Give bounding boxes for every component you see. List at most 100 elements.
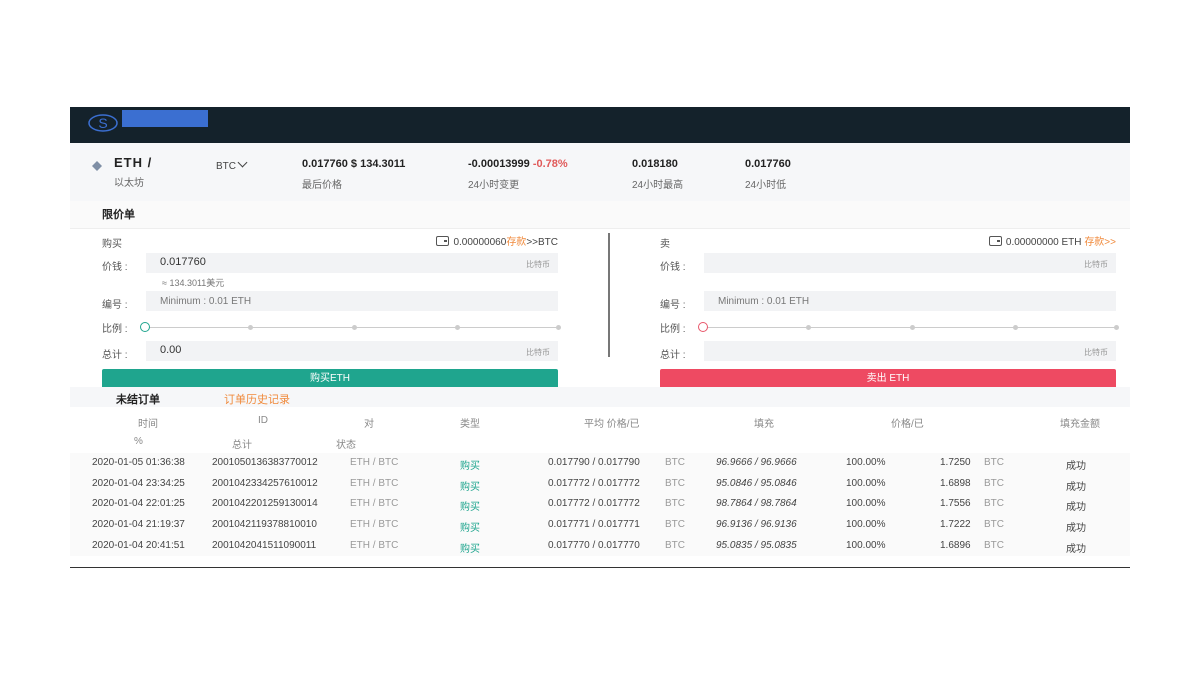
cell-pair: ETH / BTC — [350, 457, 399, 468]
cell-type: 购买 — [460, 481, 480, 493]
cell-id: 2001042334257610012 — [212, 477, 318, 489]
sell-ratio-slider[interactable]: 比例 : — [660, 319, 1119, 335]
cell-time: 2020-01-04 21:19:37 — [92, 519, 185, 531]
cell-status: 成功 — [1066, 543, 1086, 555]
cell-percent: 100.00% — [846, 477, 886, 489]
cell-percent: 100.00% — [846, 519, 886, 531]
high-label: 24小时最高 — [632, 180, 684, 191]
cell-time: 2020-01-04 20:41:51 — [92, 539, 185, 551]
cell-time: 2020-01-04 23:34:25 — [92, 477, 185, 489]
buy-price-label: 价钱 : — [102, 262, 128, 273]
col-time: 时间 — [138, 419, 158, 430]
sell-panel: 卖 0.00000000 ETH 存款>> 价钱 : 比特币 编号 : Mini… — [660, 233, 1119, 389]
cell-avg-price: 0.017772 / 0.017772 — [548, 498, 640, 510]
col-id: ID — [258, 415, 268, 426]
col-filled: 填充 — [754, 419, 774, 430]
svg-text:S: S — [98, 115, 107, 131]
chevron-down-icon — [237, 157, 248, 168]
table-row[interactable]: 2020-01-05 01:36:38 2001050136383770012 ET… — [70, 453, 1130, 474]
buy-ratio-slider[interactable]: 比例 : — [102, 319, 561, 335]
buy-eth-button[interactable]: 购买ETH — [102, 369, 558, 389]
cell-pair: ETH / BTC — [350, 519, 399, 531]
sell-eth-button[interactable]: 卖出 ETH — [660, 369, 1116, 389]
sell-title: 卖 — [660, 239, 670, 250]
cell-type: 购买 — [460, 543, 480, 555]
table-row[interactable]: 2020-01-04 21:19:37 2001042119378810010 ET… — [70, 515, 1130, 536]
buy-deposit-link[interactable]: 存款 — [506, 237, 526, 248]
sell-total-label: 总计 : — [660, 350, 686, 361]
cell-status: 成功 — [1066, 523, 1086, 535]
exchange-window: S ETH / 以太坊 BTC 0.017760 $ 134.3011 最后价格… — [70, 107, 1130, 568]
last-price-label: 最后价格 — [302, 180, 342, 191]
wallet-icon — [436, 236, 450, 246]
buy-ratio-handle[interactable] — [140, 322, 150, 332]
cell-percent: 100.00% — [846, 539, 886, 551]
col-percent: % — [134, 436, 143, 447]
last-price: 0.017760 $ 134.3011 — [302, 158, 406, 170]
cell-avg-price: 0.017771 / 0.017771 — [548, 519, 640, 531]
cell-total: 1.7250 — [940, 457, 971, 468]
cell-percent: 100.00% — [846, 498, 886, 510]
buy-amount-input[interactable]: Minimum : 0.01 ETH — [146, 291, 558, 311]
cell-time: 2020-01-04 22:01:25 — [92, 498, 185, 510]
buy-balance: 0.00000060存款>>BTC — [436, 233, 558, 248]
buy-title: 购买 — [102, 239, 122, 250]
cell-avg-price: 0.017772 / 0.017772 — [548, 477, 640, 489]
cell-pair: ETH / BTC — [350, 477, 399, 489]
buy-price-input[interactable]: 0.017760 比特币 — [146, 253, 558, 273]
top-nav-bar: S — [70, 107, 1130, 143]
cell-pair: ETH / BTC — [350, 539, 399, 551]
orders-table-body: 2020-01-05 01:36:38 2001050136383770012 ET… — [70, 453, 1130, 557]
cell-filled: 95.0846 / 95.0846 — [716, 477, 797, 489]
col-price: 价格/已 — [891, 419, 924, 430]
cell-filled: 95.0835 / 95.0835 — [716, 539, 797, 551]
sell-deposit-link[interactable]: 存款>> — [1084, 237, 1116, 248]
cell-status: 成功 — [1066, 461, 1086, 472]
high-price: 0.018180 — [632, 158, 678, 170]
cell-avg-price: 0.017790 / 0.017790 — [548, 457, 640, 468]
cell-total: 1.6898 — [940, 477, 971, 489]
cell-total-unit: BTC — [984, 498, 1004, 510]
cell-type: 购买 — [460, 461, 480, 472]
cell-avg-unit: BTC — [665, 498, 685, 510]
ethereum-icon — [92, 161, 102, 171]
orders-tabs: 未结订单 订单历史记录 — [70, 387, 1130, 407]
cell-avg-unit: BTC — [665, 477, 685, 489]
cell-time: 2020-01-05 01:36:38 — [92, 457, 185, 468]
cell-total-unit: BTC — [984, 539, 1004, 551]
col-type: 类型 — [460, 419, 480, 430]
col-avg-price: 平均 价格/已 — [584, 419, 640, 430]
cell-total-unit: BTC — [984, 477, 1004, 489]
cell-filled: 98.7864 / 98.7864 — [716, 498, 797, 510]
sell-price-input[interactable]: 比特币 — [704, 253, 1116, 273]
base-currency: ETH / — [114, 155, 153, 170]
table-row[interactable]: 2020-01-04 20:41:51 2001042041511090011 ET… — [70, 535, 1130, 557]
buy-total-input[interactable]: 0.00 比特币 — [146, 341, 558, 361]
cell-id: 2001042119378810010 — [212, 519, 317, 531]
table-row[interactable]: 2020-01-04 23:34:25 2001042334257610012 ET… — [70, 473, 1130, 495]
buy-price-approx: ≈ 134.3011美元 — [162, 278, 225, 288]
table-row[interactable]: 2020-01-04 22:01:25 2001042201259130014 ET… — [70, 494, 1130, 516]
change-abs: -0.00013999 — [468, 158, 530, 170]
sell-total-input[interactable]: 比特币 — [704, 341, 1116, 361]
change-pct: -0.78% — [532, 158, 568, 170]
cell-type: 购买 — [460, 502, 480, 514]
buy-total-label: 总计 : — [102, 350, 128, 361]
cell-filled: 96.9136 / 96.9136 — [716, 519, 797, 531]
sell-ratio-handle[interactable] — [698, 322, 708, 332]
buy-amount-label: 编号 : — [102, 300, 128, 311]
sell-balance: 0.00000000 ETH 存款>> — [988, 233, 1116, 248]
exchange-logo-icon[interactable]: S — [86, 111, 120, 135]
cell-type: 购买 — [460, 523, 480, 535]
sell-amount-input[interactable]: Minimum : 0.01 ETH — [704, 291, 1116, 311]
cell-filled: 96.9666 / 96.9666 — [716, 457, 797, 468]
cell-status: 成功 — [1066, 502, 1086, 514]
quote-currency-dropdown[interactable]: BTC — [216, 157, 248, 172]
cell-avg-price: 0.017770 / 0.017770 — [548, 539, 640, 551]
limit-order-title: 限价单 — [70, 201, 1130, 229]
cell-total-unit: BTC — [984, 519, 1004, 531]
tab-open-orders[interactable]: 未结订单 — [116, 391, 160, 407]
tab-order-history[interactable]: 订单历史记录 — [224, 391, 290, 407]
low-label: 24小时低 — [745, 180, 787, 191]
cell-id: 2001042201259130014 — [212, 498, 318, 510]
